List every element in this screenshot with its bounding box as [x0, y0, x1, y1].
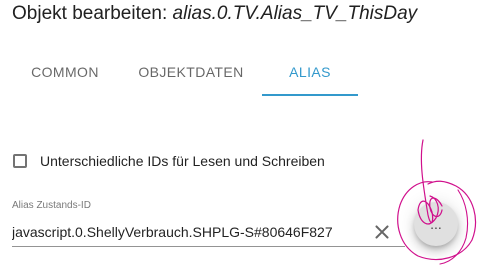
- tab-bar: COMMON OBJEKTDATEN ALIAS: [0, 49, 481, 97]
- select-id-button[interactable]: ...: [414, 202, 458, 246]
- state-id-input[interactable]: [12, 219, 405, 245]
- different-ids-checkbox[interactable]: [13, 154, 27, 168]
- dialog-title-prefix: Objekt bearbeiten:: [12, 3, 173, 24]
- object-id: alias.0.TV.Alias_TV_ThisDay: [172, 3, 418, 24]
- close-icon[interactable]: [371, 221, 393, 243]
- active-tab-indicator: [262, 94, 358, 96]
- tab-alias[interactable]: ALIAS: [262, 49, 358, 95]
- tab-objektdaten[interactable]: OBJEKTDATEN: [130, 49, 252, 95]
- dialog-title: Objekt bearbeiten: alias.0.TV.Alias_TV_T…: [12, 3, 417, 25]
- tab-common[interactable]: COMMON: [2, 49, 128, 95]
- state-id-label: Alias Zustands-ID: [12, 200, 91, 211]
- different-ids-label: Unterschiedliche IDs für Lesen und Schre…: [40, 153, 325, 169]
- state-id-underline: [12, 246, 405, 247]
- different-ids-checkbox-row[interactable]: Unterschiedliche IDs für Lesen und Schre…: [10, 148, 325, 174]
